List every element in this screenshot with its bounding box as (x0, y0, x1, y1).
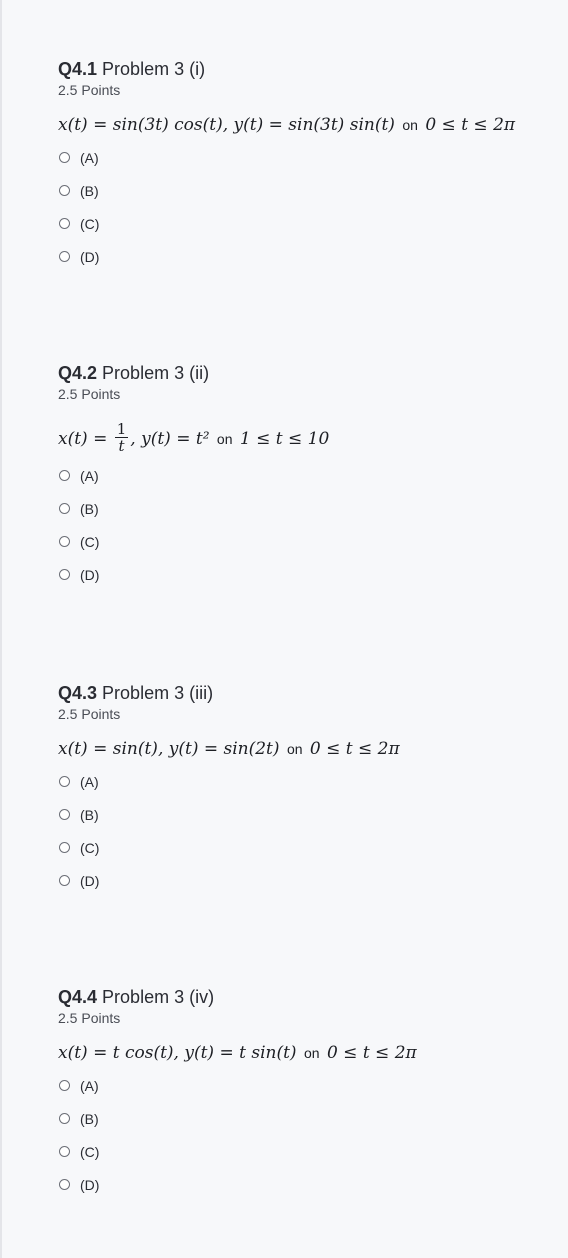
radio-button[interactable] (59, 503, 70, 514)
option-label: (B) (80, 182, 99, 199)
answer-options: (A) (B) (C) (D) (58, 765, 548, 897)
question-formula: x(t) = t cos(t), y(t) = t sin(t) on 0 ≤ … (58, 1041, 548, 1065)
option-label: (D) (80, 566, 100, 583)
question-number: Q4.3 (58, 683, 98, 703)
fraction-numerator: 1 (114, 420, 129, 438)
radio-button[interactable] (59, 1080, 70, 1091)
radio-button[interactable] (59, 1179, 70, 1190)
radio-button[interactable] (59, 218, 70, 229)
formula-rest: , y(t) = t² (130, 429, 210, 449)
option-b[interactable]: (B) (58, 798, 548, 831)
question-number: Q4.1 (58, 59, 98, 79)
question-name: Problem 3 (i) (102, 59, 206, 79)
option-label: (B) (80, 1110, 99, 1127)
question-points: 2.5 Points (58, 706, 121, 722)
option-c[interactable]: (C) (58, 831, 548, 864)
question-formula: x(t) = sin(3t) cos(t), y(t) = sin(3t) si… (58, 113, 548, 137)
formula-range: 0 ≤ t ≤ 2π (309, 739, 400, 759)
radio-button[interactable] (59, 185, 70, 196)
radio-button[interactable] (59, 1146, 70, 1157)
radio-button[interactable] (59, 569, 70, 580)
question-title: Q4.2 Problem 3 (ii) (58, 362, 548, 384)
formula-expression: x(t) = t cos(t), y(t) = t sin(t) (58, 1043, 297, 1063)
question-formula: x(t) = 1 t , y(t) = t² on 1 ≤ t ≤ 10 (58, 419, 548, 459)
question-4-2: Q4.2 Problem 3 (ii) 2.5 Points x(t) = 1 … (58, 362, 548, 591)
option-label: (A) (80, 467, 99, 484)
option-label: (C) (80, 839, 100, 856)
formula-range: 1 ≤ t ≤ 10 (239, 429, 330, 449)
option-label: (C) (80, 215, 100, 232)
option-c[interactable]: (C) (58, 1135, 548, 1168)
formula-lhs: x(t) = (58, 429, 108, 449)
question-name: Problem 3 (ii) (102, 363, 210, 383)
radio-button[interactable] (59, 842, 70, 853)
option-label: (D) (80, 1176, 100, 1193)
question-4-3: Q4.3 Problem 3 (iii) 2.5 Points x(t) = s… (58, 682, 548, 897)
option-d[interactable]: (D) (58, 1168, 548, 1201)
option-b[interactable]: (B) (58, 1102, 548, 1135)
question-points: 2.5 Points (58, 1010, 121, 1026)
radio-button[interactable] (59, 536, 70, 547)
question-4-1: Q4.1 Problem 3 (i) 2.5 Points x(t) = sin… (58, 58, 548, 273)
option-label: (B) (80, 806, 99, 823)
option-label: (A) (80, 149, 99, 166)
option-label: (D) (80, 248, 100, 265)
formula-on: on (402, 117, 418, 133)
question-4-4: Q4.4 Problem 3 (iv) 2.5 Points x(t) = t … (58, 986, 548, 1201)
option-d[interactable]: (D) (58, 864, 548, 897)
formula-on: on (216, 431, 233, 447)
option-a[interactable]: (A) (58, 459, 548, 492)
radio-button[interactable] (59, 152, 70, 163)
option-label: (A) (80, 1077, 99, 1094)
formula-range: 0 ≤ t ≤ 2π (326, 1043, 417, 1063)
option-a[interactable]: (A) (58, 141, 548, 174)
formula-expression: x(t) = sin(t), y(t) = sin(2t) (58, 739, 280, 759)
option-a[interactable]: (A) (58, 1069, 548, 1102)
option-label: (C) (80, 1143, 100, 1160)
question-title: Q4.4 Problem 3 (iv) (58, 986, 548, 1008)
answer-options: (A) (B) (C) (D) (58, 1069, 548, 1201)
radio-button[interactable] (59, 470, 70, 481)
question-formula: x(t) = sin(t), y(t) = sin(2t) on 0 ≤ t ≤… (58, 737, 548, 761)
formula-on: on (303, 1045, 320, 1061)
question-title: Q4.1 Problem 3 (i) (58, 58, 548, 80)
radio-button[interactable] (59, 809, 70, 820)
formula-fraction: 1 t (114, 420, 129, 455)
formula-expression: x(t) = sin(3t) cos(t), y(t) = sin(3t) si… (58, 115, 395, 135)
formula-on: on (286, 741, 303, 757)
question-number: Q4.2 (58, 363, 98, 383)
radio-button[interactable] (59, 776, 70, 787)
answer-options: (A) (B) (C) (D) (58, 459, 548, 591)
question-name: Problem 3 (iv) (102, 987, 215, 1007)
option-b[interactable]: (B) (58, 174, 548, 207)
formula-range: 0 ≤ t ≤ 2π (425, 115, 516, 135)
option-label: (D) (80, 872, 100, 889)
option-b[interactable]: (B) (58, 492, 548, 525)
option-label: (A) (80, 773, 99, 790)
left-border (0, 0, 2, 1258)
question-name: Problem 3 (iii) (102, 683, 214, 703)
question-title: Q4.3 Problem 3 (iii) (58, 682, 548, 704)
option-c[interactable]: (C) (58, 207, 548, 240)
fraction-denominator: t (118, 437, 125, 455)
option-label: (B) (80, 500, 99, 517)
option-a[interactable]: (A) (58, 765, 548, 798)
question-points: 2.5 Points (58, 386, 121, 402)
option-c[interactable]: (C) (58, 525, 548, 558)
question-points: 2.5 Points (58, 82, 121, 98)
question-number: Q4.4 (58, 987, 98, 1007)
option-label: (C) (80, 533, 100, 550)
radio-button[interactable] (59, 251, 70, 262)
option-d[interactable]: (D) (58, 558, 548, 591)
radio-button[interactable] (59, 875, 70, 886)
radio-button[interactable] (59, 1113, 70, 1124)
option-d[interactable]: (D) (58, 240, 548, 273)
answer-options: (A) (B) (C) (D) (58, 141, 548, 273)
